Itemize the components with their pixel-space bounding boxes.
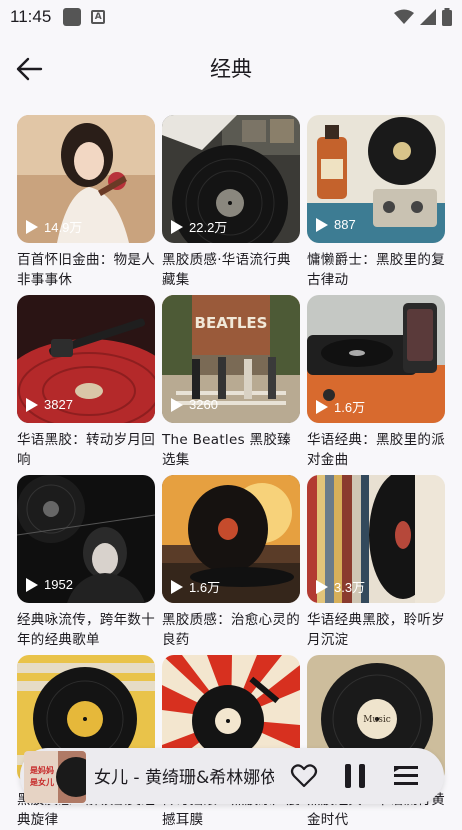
playlist-title: 黑胶质感·华语流行典藏集	[162, 252, 291, 288]
cover-text: BEATLES	[195, 314, 268, 332]
play-count: 1.6万	[316, 397, 365, 416]
playlist-title: 华语经典：黑胶里的派对金曲	[307, 432, 445, 468]
player-album-art[interactable]: 是妈妈 是女儿	[24, 751, 86, 803]
pause-button[interactable]	[342, 762, 370, 790]
pause-icon	[345, 764, 365, 788]
page-title: 经典	[210, 57, 252, 81]
play-count: 1952	[26, 577, 73, 592]
text-a-icon: A	[91, 10, 106, 24]
play-count: 3827	[26, 397, 73, 412]
play-icon	[316, 217, 328, 232]
like-button[interactable]	[290, 762, 318, 790]
play-count: 22.2万	[171, 217, 227, 236]
cellular-icon	[420, 9, 436, 25]
play-icon	[316, 399, 328, 414]
album-art-text: 是妈妈	[29, 765, 54, 775]
back-button[interactable]	[12, 52, 46, 86]
play-icon	[171, 219, 183, 234]
now-playing-title: 女儿 - 黄绮珊&希林娜依	[94, 768, 274, 788]
heart-icon	[290, 764, 318, 788]
playlist-title: 黑胶质感：治愈心灵的良药	[162, 612, 300, 648]
play-icon	[171, 579, 183, 594]
play-icon	[316, 579, 328, 594]
battery-icon	[442, 8, 452, 26]
play-count: 3.3万	[316, 577, 365, 596]
playlist-title: 慵懒爵士：黑胶里的复古律动	[307, 252, 445, 288]
playlist-title: The Beatles 黑胶臻选集	[162, 432, 291, 468]
playlist-button[interactable]	[392, 762, 420, 790]
status-bar: 11:45 A	[0, 0, 462, 34]
play-icon	[26, 397, 38, 412]
play-count: 14.9万	[26, 217, 82, 236]
play-count: 1.6万	[171, 577, 220, 596]
play-count: 3260	[171, 397, 218, 412]
play-icon	[171, 397, 183, 412]
app-bar: 经典	[0, 34, 462, 102]
playlist-title: 百首怀旧金曲：物是人非事事休	[17, 252, 155, 288]
album-art-text: 是女儿	[29, 777, 54, 787]
wifi-icon	[394, 9, 414, 24]
status-time: 11:45	[10, 7, 52, 26]
square-icon	[63, 8, 82, 26]
cover-text: Music	[363, 715, 391, 725]
play-icon	[26, 219, 38, 234]
arrow-left-icon	[16, 57, 43, 81]
play-count: 887	[316, 217, 356, 232]
playlist-title: 华语经典黑胶，聆听岁月沉淀	[307, 612, 445, 648]
playlist-title: 经典咏流传，跨年数十年的经典歌单	[17, 612, 155, 648]
playlist-icon	[394, 766, 418, 785]
play-icon	[26, 577, 38, 592]
playlist-title: 华语黑胶：转动岁月回响	[17, 432, 155, 468]
